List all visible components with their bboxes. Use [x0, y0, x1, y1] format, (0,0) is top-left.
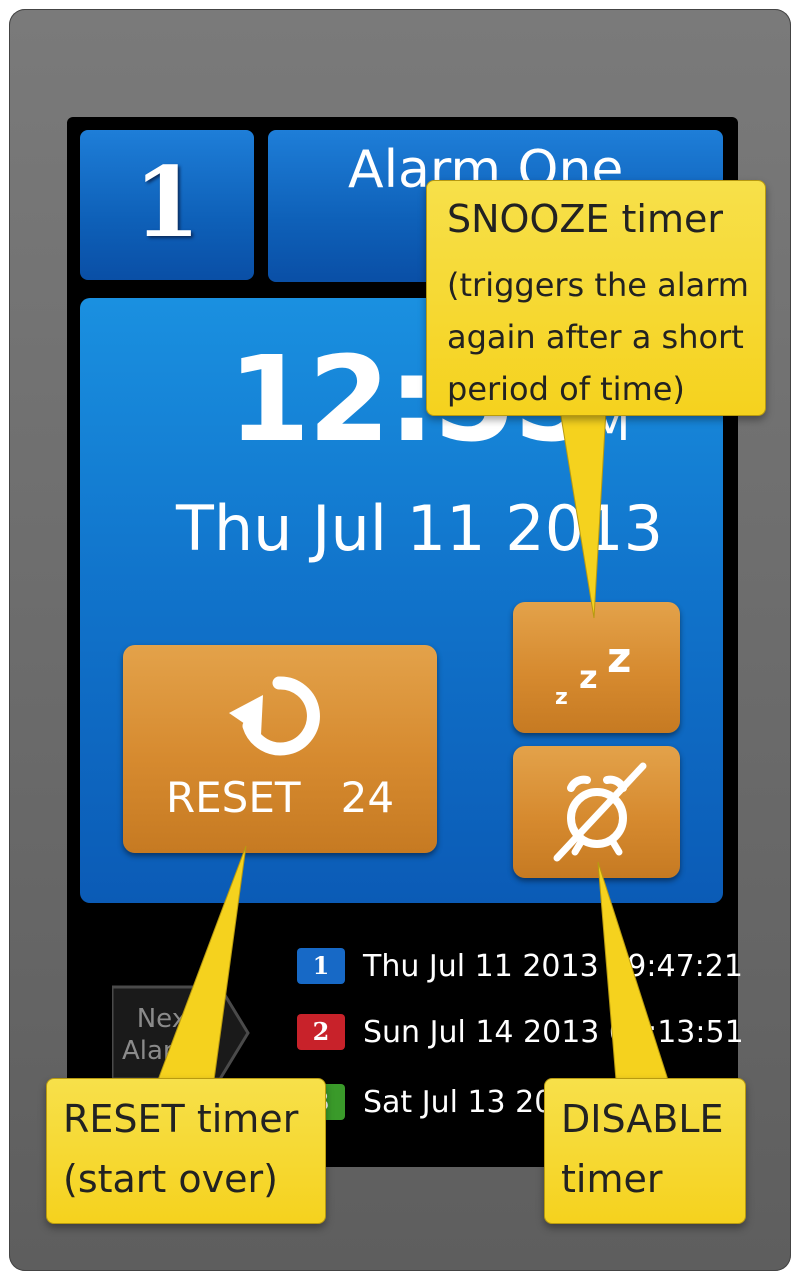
- snooze-callout-title: SNOOZE timer: [447, 197, 723, 241]
- next-alarm-time: Sun Jul 14 2013 02:13:51: [363, 1015, 744, 1050]
- disable-callout-body: timer: [561, 1157, 663, 1201]
- alarm-badge: 1: [297, 948, 345, 984]
- alarm-date: Thu Jul 11 2013: [176, 492, 664, 565]
- alarm-off-icon: [553, 762, 647, 862]
- reset-count: 24: [340, 773, 395, 822]
- svg-text:z: z: [579, 658, 598, 696]
- zzz-snooze-icon: z z z: [555, 633, 631, 710]
- alarm-number: 1: [133, 146, 201, 259]
- alarm-badge: 2: [297, 1014, 345, 1050]
- snooze-callout-body: (triggers the alarm again after a short …: [447, 266, 749, 408]
- svg-text:z: z: [607, 633, 631, 682]
- reset-callout-body: (start over): [63, 1157, 278, 1201]
- next-alarms-label: Next Alarms: [112, 985, 252, 1081]
- reset-button[interactable]: RESET 24: [123, 645, 437, 853]
- disable-button[interactable]: [513, 746, 680, 878]
- reset-label: RESET 24: [123, 773, 437, 822]
- next-alarms-text: Next Alarms: [112, 1003, 222, 1067]
- snooze-button[interactable]: z z z: [513, 602, 680, 733]
- reset-label-text: RESET: [165, 773, 301, 822]
- next-alarm-time: Thu Jul 11 2013 09:47:21: [363, 949, 743, 984]
- next-label-line1: Next: [136, 1004, 198, 1034]
- reset-icon: [229, 676, 320, 756]
- reset-callout-title: RESET timer: [63, 1097, 299, 1141]
- next-label-line2: Alarms: [121, 1036, 213, 1066]
- reset-callout: RESET timer (start over): [46, 1078, 326, 1224]
- disable-callout: DISABLE timer: [544, 1078, 746, 1224]
- alarm-number-tile[interactable]: 1: [80, 130, 254, 280]
- snooze-callout: SNOOZE timer (triggers the alarm again a…: [426, 180, 766, 416]
- disable-callout-title: DISABLE: [561, 1097, 724, 1141]
- svg-text:z: z: [555, 685, 568, 710]
